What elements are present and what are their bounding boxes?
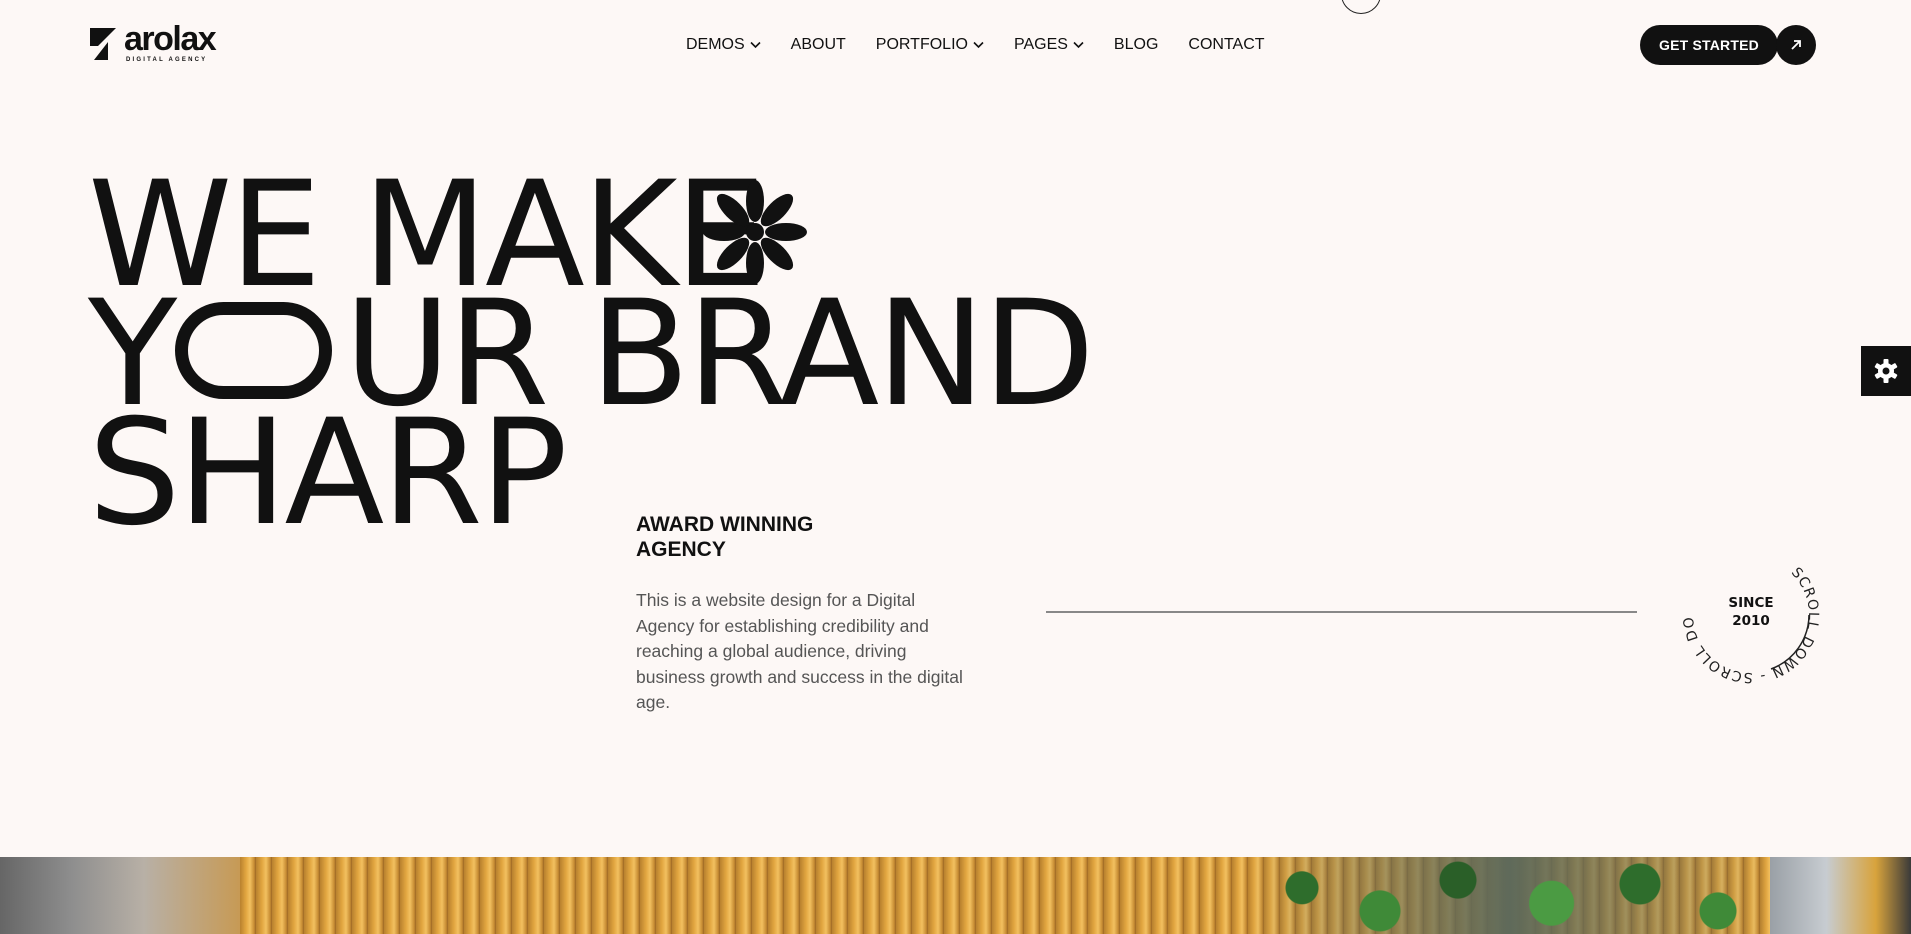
brand-name: arolax: [124, 20, 217, 58]
nav-item-label: PORTFOLIO: [875, 36, 968, 53]
nav-item-demos[interactable]: DEMOS: [686, 36, 761, 54]
cursor-follower: [1341, 0, 1381, 14]
chevron-down-icon: [750, 41, 761, 49]
award-heading: AWARD WINNING AGENCY: [636, 513, 814, 561]
hero-photo: [0, 857, 1911, 934]
nav-item-about[interactable]: ABOUT: [791, 36, 846, 54]
get-started-button[interactable]: GET STARTED: [1640, 25, 1778, 65]
nav-item-blog[interactable]: BLOG: [1114, 36, 1158, 54]
logo-mark-icon: [90, 28, 116, 60]
page: arolax DIGITAL AGENCY DEMOS ABOUT PORTFO…: [0, 0, 1911, 934]
divider-line: [1046, 611, 1637, 613]
nav-item-contact[interactable]: CONTACT: [1188, 36, 1264, 54]
hero-description: This is a website design for a Digital A…: [636, 590, 963, 712]
arrow-up-right-icon: [1791, 40, 1801, 50]
nav-item-label: PAGES: [1013, 36, 1068, 53]
gear-icon: [1874, 359, 1898, 383]
chevron-down-icon: [1073, 41, 1084, 49]
nav-item-portfolio[interactable]: PORTFOLIO: [876, 36, 984, 54]
pill-o-shape: [175, 302, 332, 399]
photo-window-area: [1770, 857, 1911, 934]
brand-tagline: DIGITAL AGENCY: [126, 57, 208, 63]
nav-item-label: ABOUT: [790, 36, 846, 53]
since-year: 2010: [1732, 613, 1770, 629]
brand-logo[interactable]: arolax DIGITAL AGENCY: [90, 20, 230, 66]
chevron-down-icon: [973, 41, 984, 49]
get-started-arrow-button[interactable]: [1776, 25, 1816, 65]
nav-item-pages[interactable]: PAGES: [1014, 36, 1084, 54]
nav-item-label: DEMOS: [686, 36, 745, 53]
hero-heading-line-3: SHARP: [88, 388, 568, 558]
nav-item-label: BLOG: [1113, 36, 1159, 53]
settings-toggle[interactable]: [1861, 346, 1911, 396]
main-nav: DEMOS ABOUT PORTFOLIO PAGES BLOG CONTACT: [686, 34, 1265, 56]
since-badge: SINCE 2010: [1716, 594, 1786, 630]
photo-plant-area: [1250, 857, 1770, 934]
since-label: SINCE: [1728, 595, 1774, 611]
nav-item-label: CONTACT: [1188, 36, 1265, 53]
photo-person-area: [0, 857, 240, 934]
